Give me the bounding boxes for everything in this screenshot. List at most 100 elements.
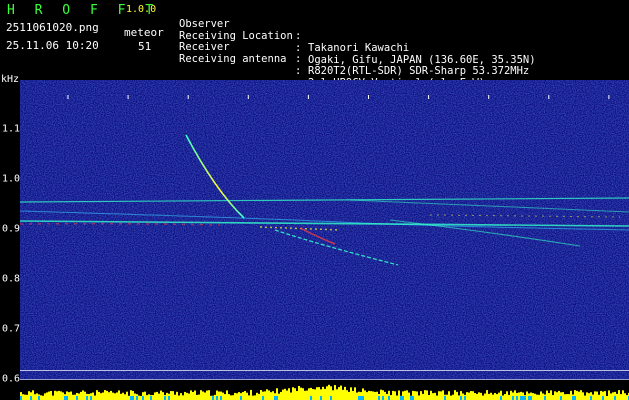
strength-bar (484, 393, 486, 400)
strength-bar-base (402, 396, 404, 400)
strength-bar (108, 392, 110, 400)
strength-bar (260, 390, 262, 400)
strength-bar (442, 390, 444, 400)
strength-bar (462, 393, 464, 400)
strength-bar (22, 394, 24, 400)
strength-bar (238, 392, 240, 400)
info-row-antenna: Receiving antenna : 2el-HB9CV Vertical (… (179, 41, 485, 89)
strength-bar (562, 392, 564, 400)
strength-bar (592, 394, 594, 400)
strength-bar (424, 390, 426, 400)
strength-bar (328, 384, 330, 400)
strength-bar (356, 392, 358, 400)
strength-bar-base (240, 396, 242, 400)
strength-bar (506, 391, 508, 400)
strength-bar (626, 395, 628, 400)
strength-bar (454, 390, 456, 400)
strength-bar (486, 390, 488, 400)
strength-bar (250, 389, 252, 400)
strength-bar-base (530, 396, 532, 400)
strength-bar-base (520, 396, 522, 400)
strength-bar (282, 389, 284, 400)
strength-bar (326, 386, 328, 400)
strength-bar (266, 389, 268, 400)
strength-bar (586, 392, 588, 400)
strength-bar (616, 393, 618, 400)
info-colon: : (295, 53, 302, 65)
spectrogram-plot[interactable] (20, 80, 629, 400)
strength-bar (478, 392, 480, 400)
strength-bar (44, 393, 46, 400)
strength-bar (416, 391, 418, 400)
info-value: Ogaki, Gifu, JAPAN (136.60E, 35.35N) (308, 53, 536, 66)
strength-bar (26, 394, 28, 400)
strength-bar (56, 391, 58, 400)
strength-bar-base (64, 396, 66, 400)
strength-bar (208, 390, 210, 400)
hroff-window: H R O F F T 1.0.0 2511061020.png 25.11.0… (0, 0, 629, 400)
strength-bar (340, 385, 342, 400)
strength-bar (508, 394, 510, 400)
strength-bar (514, 390, 516, 400)
strength-bar (162, 392, 164, 400)
strength-bar (568, 394, 570, 400)
strength-bar (176, 391, 178, 400)
strength-bar-base (528, 396, 530, 400)
strength-bar (338, 387, 340, 400)
strength-bar-base (276, 396, 278, 400)
strength-bar (458, 395, 460, 400)
y-tick-label: 0.9 (2, 223, 21, 235)
strength-bar (504, 394, 506, 400)
strength-bar (296, 391, 298, 400)
strength-bar (456, 391, 458, 400)
strength-bar (578, 391, 580, 400)
strength-bar (386, 393, 388, 400)
strength-bar-base (464, 396, 466, 400)
strength-bar-base (262, 396, 264, 400)
strength-bar (28, 391, 30, 400)
info-row-observer: Observer : Takanori Kawachi (179, 6, 409, 54)
strength-bar (352, 390, 354, 400)
strength-bar (564, 394, 566, 400)
strength-bar (494, 392, 496, 400)
strength-bar (194, 390, 196, 400)
strength-bar (124, 394, 126, 400)
strength-bar (492, 394, 494, 400)
frequency-unit-label: kHz (1, 74, 20, 85)
info-row-receiver: Receiver : R820T2(RTL-SDR) SDR-Sharp 53.… (179, 29, 529, 77)
strength-bar (196, 394, 198, 400)
strength-bar (622, 390, 624, 400)
strength-bar (404, 390, 406, 400)
strength-bar (140, 395, 142, 400)
y-tick-label: 1.1 (2, 123, 21, 135)
strength-bar (70, 391, 72, 400)
strength-bar (390, 395, 392, 400)
marker-line (20, 379, 629, 380)
y-tick-label: 1.0 (2, 173, 21, 185)
strength-bar (426, 390, 428, 400)
strength-bar (600, 390, 602, 400)
strength-bar (448, 391, 450, 400)
strength-bar (542, 393, 544, 400)
strength-bar-base (274, 396, 276, 400)
y-tick-label: 0.8 (2, 273, 21, 285)
strength-bar (188, 393, 190, 400)
meteor-count: 51 (138, 40, 152, 53)
strength-bar (36, 393, 38, 400)
strength-bar (430, 390, 432, 400)
strength-bar (466, 392, 468, 400)
strength-bar (476, 393, 478, 400)
strength-bar (432, 393, 434, 400)
strength-bar-base (220, 396, 222, 400)
strength-bar (318, 387, 320, 400)
strength-bar (440, 391, 442, 400)
strength-bar (406, 390, 408, 400)
meteor-label: meteor (124, 26, 164, 39)
spectrogram-canvas (20, 80, 629, 400)
strength-bar (160, 390, 162, 400)
strength-bar (222, 392, 224, 400)
strength-bar (344, 386, 346, 400)
strength-bar (110, 390, 112, 400)
strength-bar (334, 385, 336, 400)
strength-bar (128, 395, 130, 400)
